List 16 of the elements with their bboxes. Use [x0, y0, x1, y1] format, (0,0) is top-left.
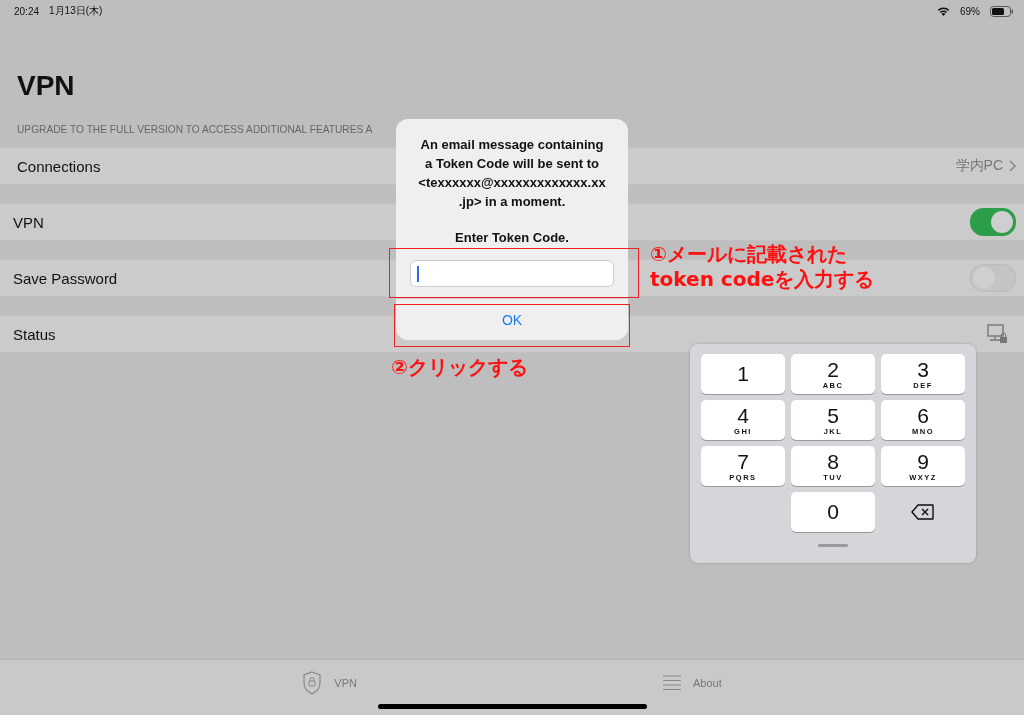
annotation-text: ①メールに記載された token codeを入力する	[650, 242, 875, 292]
row-label: Status	[13, 325, 56, 343]
row-value: 学内PC	[955, 157, 1003, 175]
row-label: Save Password	[13, 269, 118, 287]
annotation-text: ②クリックする	[391, 355, 528, 380]
battery-percent: 69%	[960, 5, 980, 17]
section-header: UPGRADE TO THE FULL VERSION TO ACCESS ADDITIONAL FEATURES A	[17, 124, 373, 135]
dialog-message: An email message containing a Token Code will be sent to <texxxxxx@xxxxxxxxxxxxx.xx .jp> in a moment.	[418, 136, 606, 211]
status-date: 1月13日(木)	[49, 4, 103, 18]
row-label: VPN	[13, 213, 44, 231]
tab-label: About	[692, 677, 722, 689]
row-label: Connections	[17, 157, 101, 175]
page-title: VPN	[17, 70, 75, 102]
status-time: 20:24	[14, 5, 40, 17]
dialog-prompt: Enter Token Code.	[455, 230, 569, 245]
tab-label: VPN	[334, 677, 357, 689]
